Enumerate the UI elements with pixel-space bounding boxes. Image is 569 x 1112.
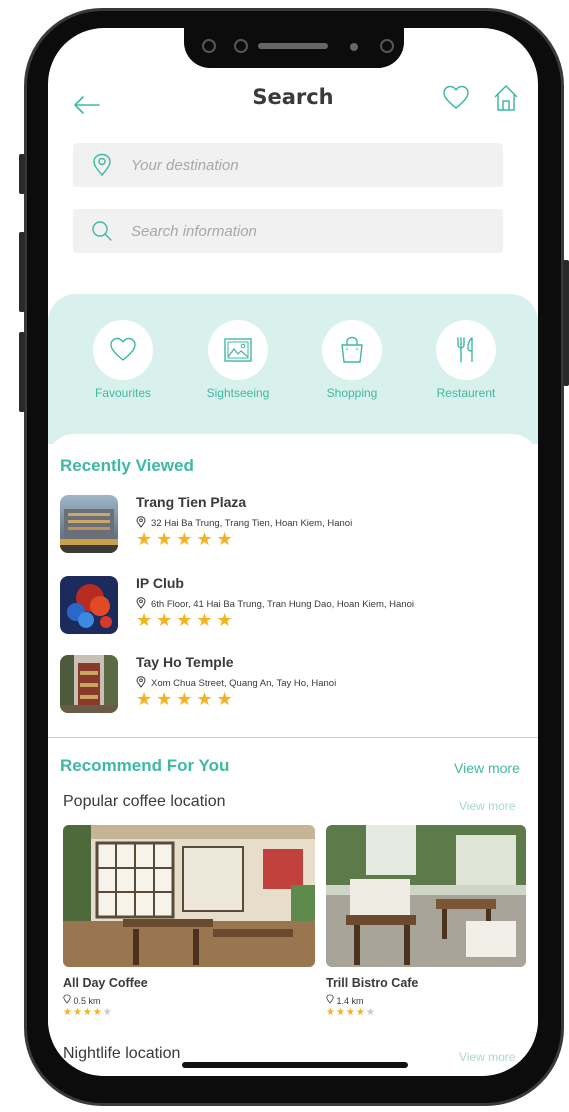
rating-stars: ★★★★★ [136, 689, 237, 710]
place-name: Trang Tien Plaza [136, 494, 247, 510]
mute-switch [19, 154, 25, 194]
rating-stars: ★★★★★ [136, 610, 237, 631]
location-pin-icon [93, 153, 111, 177]
place-address-text: 32 Hai Ba Trung, Trang Tien, Hoan Kiem, … [151, 518, 353, 529]
nightlife-view-more-link[interactable]: View more [459, 1050, 515, 1064]
location-pin-icon [326, 994, 334, 1004]
home-indicator [182, 1062, 408, 1068]
search-info-field[interactable] [73, 209, 503, 253]
search-icon [92, 221, 112, 241]
coffee-section-title: Popular coffee location [63, 793, 226, 810]
destination-field[interactable] [73, 143, 503, 187]
recommend-view-more-link[interactable]: View more [454, 760, 520, 776]
location-pin-icon [136, 676, 146, 688]
trill-bistro-cafe-photo[interactable] [326, 825, 526, 967]
cafe-distance-text: 0.5 km [73, 996, 101, 1006]
category-circle [208, 320, 268, 380]
nightlife-section-title: Nightlife location [63, 1045, 181, 1062]
cafe-rating-stars: ★★★★★ [63, 1007, 113, 1018]
category-label: Restaurent [436, 386, 496, 400]
rating-stars: ★★★★★ [136, 529, 237, 550]
fork-knife-icon [457, 337, 473, 363]
place-name: IP Club [136, 575, 184, 591]
cafe-name: Trill Bistro Cafe [326, 976, 419, 990]
volume-up-button [19, 232, 25, 312]
place-address-text: 6th Floor, 41 Hai Ba Trung, Tran Hung Da… [151, 599, 414, 610]
ip-club-thumbnail [60, 576, 118, 634]
sensor-icon [234, 39, 248, 53]
search-info-input[interactable] [129, 209, 489, 253]
place-address: 6th Floor, 41 Hai Ba Trung, Tran Hung Da… [136, 597, 414, 610]
category-circle [436, 320, 496, 380]
all-day-coffee-photo[interactable] [63, 825, 315, 967]
heart-icon [110, 337, 136, 361]
recommend-title: Recommend For You [60, 756, 230, 775]
tay-ho-temple-thumbnail [60, 655, 118, 713]
category-circle [322, 320, 382, 380]
sensor-dot-icon [350, 43, 358, 51]
picture-icon [224, 338, 252, 362]
category-shopping[interactable]: Shopping [307, 320, 397, 400]
location-pin-icon [136, 597, 146, 609]
front-camera-icon [380, 39, 394, 53]
heart-icon[interactable] [441, 83, 471, 113]
category-label: Shopping [326, 386, 378, 400]
coffee-view-more-link[interactable]: View more [459, 799, 515, 813]
cafe-rating-stars: ★★★★★ [326, 1007, 376, 1018]
category-favourites[interactable]: Favourites [78, 320, 168, 400]
recently-viewed-title: Recently Viewed [60, 456, 194, 475]
shopping-bag-icon [341, 336, 363, 363]
section-divider [48, 737, 538, 738]
category-circle [93, 320, 153, 380]
category-panel: Favourites Sightseeing Shopping Restaure… [48, 294, 538, 444]
cafe-distance-text: 1.4 km [336, 996, 364, 1006]
trang-tien-plaza-thumbnail [60, 495, 118, 553]
cafe-distance: 0.5 km [63, 994, 101, 1006]
category-restaurent[interactable]: Restaurent [421, 320, 511, 400]
place-address: Xom Chua Street, Quang An, Tay Ho, Hanoi [136, 676, 336, 689]
cafe-distance: 1.4 km [326, 994, 364, 1006]
app-screen: Search Favourites [48, 28, 538, 1076]
recently-viewed-item[interactable]: Trang Tien Plaza 32 Hai Ba Trung, Trang … [60, 494, 530, 557]
volume-down-button [19, 332, 25, 412]
power-button [563, 260, 569, 386]
category-label: Sightseeing [206, 386, 270, 400]
cafe-name: All Day Coffee [63, 976, 148, 990]
speaker-icon [258, 43, 328, 49]
category-label: Favourites [94, 386, 152, 400]
place-name: Tay Ho Temple [136, 654, 234, 670]
category-sightseeing[interactable]: Sightseeing [193, 320, 283, 400]
sensor-icon [202, 39, 216, 53]
bistro-terrace-image [326, 825, 526, 967]
cafe-interior-image [63, 825, 315, 967]
place-address-text: Xom Chua Street, Quang An, Tay Ho, Hanoi [151, 678, 337, 689]
place-address: 32 Hai Ba Trung, Trang Tien, Hoan Kiem, … [136, 516, 352, 529]
home-icon[interactable] [491, 83, 521, 113]
notch [184, 28, 404, 68]
recently-viewed-item[interactable]: IP Club 6th Floor, 41 Hai Ba Trung, Tran… [60, 575, 530, 638]
recently-viewed-item[interactable]: Tay Ho Temple Xom Chua Street, Quang An,… [60, 654, 530, 717]
location-pin-icon [136, 516, 146, 528]
destination-input[interactable] [129, 143, 489, 187]
location-pin-icon [63, 994, 71, 1004]
header: Search [48, 83, 538, 123]
